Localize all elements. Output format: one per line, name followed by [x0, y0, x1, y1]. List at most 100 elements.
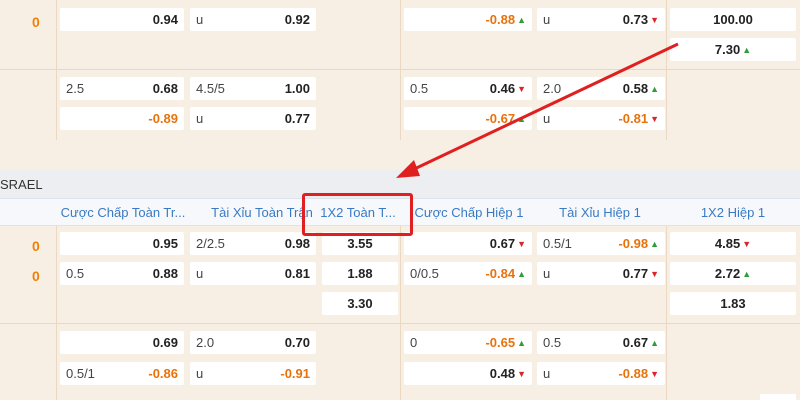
- line-label: 4.5/5: [196, 81, 225, 96]
- odds-value: 0.69: [152, 335, 178, 350]
- header-handicap-full[interactable]: Cược Chấp Toàn Tr...: [58, 198, 188, 226]
- odds-value: -0.88: [485, 12, 516, 27]
- odds-cell[interactable]: -0.67 ▲: [404, 107, 532, 130]
- header-1x2-half[interactable]: 1X2 Hiệp 1: [668, 198, 798, 226]
- line-label: u: [196, 366, 204, 381]
- odds-value: 0.48: [489, 366, 516, 381]
- odds-cell[interactable]: -0.88 ▲: [404, 8, 532, 31]
- line-label: u: [196, 111, 204, 126]
- odds-cell[interactable]: 0.5 0.46 ▼: [404, 77, 532, 100]
- arrow-up-icon: ▲: [650, 238, 659, 249]
- arrow-down-icon: ▼: [517, 238, 526, 249]
- match2-away-score: 0: [32, 268, 40, 284]
- column-divider: [666, 0, 667, 140]
- arrow-up-icon: ▲: [517, 14, 526, 25]
- odds-value: -0.84: [485, 266, 516, 281]
- odds-cell[interactable]: 0.95: [60, 232, 184, 255]
- odds-cell[interactable]: -0.89: [60, 107, 184, 130]
- line-label: 0.5: [543, 335, 562, 350]
- line-label: u: [196, 12, 204, 27]
- odds-cell[interactable]: u 0.77: [190, 107, 316, 130]
- header-handicap-half[interactable]: Cược Chấp Hiệp 1: [406, 198, 532, 226]
- odds-cell[interactable]: 0/0.5 -0.84 ▲: [404, 262, 532, 285]
- odds-cell[interactable]: 0.5/1 -0.86: [60, 362, 184, 385]
- odds-cell[interactable]: 2.0 0.58 ▲: [537, 77, 665, 100]
- odds-cell[interactable]: 2.0 0.70: [190, 331, 316, 354]
- odds-cell[interactable]: 0.67 ▼: [404, 232, 532, 255]
- odds-cell[interactable]: 1.88: [322, 262, 398, 285]
- odds-cell[interactable]: 4.5/5 1.00: [190, 77, 316, 100]
- arrow-down-icon: ▼: [650, 368, 659, 379]
- odds-value: 0.77: [622, 266, 649, 281]
- odds-cell[interactable]: 3.30: [322, 292, 398, 315]
- odds-cell[interactable]: 2.5 0.68: [60, 77, 184, 100]
- arrow-up-icon: ▲: [742, 44, 752, 55]
- column-divider: [56, 0, 57, 140]
- odds-cell[interactable]: u -0.88 ▼: [537, 362, 665, 385]
- odds-value: 4.85: [714, 236, 741, 251]
- odds-value: 1.88: [347, 266, 373, 281]
- odds-cell[interactable]: u -0.91: [190, 362, 316, 385]
- odds-cell[interactable]: u -0.81 ▼: [537, 107, 665, 130]
- odds-value: -0.67: [485, 111, 516, 126]
- odds-cell[interactable]: u 0.92: [190, 8, 316, 31]
- arrow-up-icon: ▲: [742, 268, 752, 279]
- odds-value: -0.65: [485, 335, 516, 350]
- odds-cell[interactable]: 4.85 ▼: [670, 232, 796, 255]
- column-divider: [400, 226, 401, 400]
- odds-value: 1.83: [720, 296, 746, 311]
- line-label: u: [543, 266, 551, 281]
- column-divider: [400, 0, 401, 140]
- odds-cell[interactable]: 2/2.5 0.98: [190, 232, 316, 255]
- empty-cell: [760, 394, 796, 400]
- odds-value: -0.98: [618, 236, 649, 251]
- arrow-down-icon: ▼: [517, 368, 526, 379]
- odds-cell[interactable]: 0 -0.65 ▲: [404, 331, 532, 354]
- odds-value: 2.72: [714, 266, 741, 281]
- arrow-down-icon: ▼: [742, 238, 752, 249]
- odds-value: 1.00: [284, 81, 310, 96]
- odds-cell[interactable]: 0.69: [60, 331, 184, 354]
- odds-cell[interactable]: 0.5 0.88: [60, 262, 184, 285]
- odds-cell[interactable]: 2.72 ▲: [670, 262, 796, 285]
- odds-value: 0.92: [284, 12, 310, 27]
- arrow-down-icon: ▼: [650, 14, 659, 25]
- odds-value: -0.91: [280, 366, 310, 381]
- odds-value: 0.58: [622, 81, 649, 96]
- line-label: 0.5: [66, 266, 85, 281]
- arrow-up-icon: ▲: [650, 83, 659, 94]
- row-divider: [0, 323, 800, 324]
- odds-cell[interactable]: 100.00: [670, 8, 796, 31]
- line-label: u: [196, 266, 204, 281]
- arrow-down-icon: ▼: [650, 113, 659, 124]
- odds-cell[interactable]: 0.94: [60, 8, 184, 31]
- odds-cell[interactable]: 0.5 0.67 ▲: [537, 331, 665, 354]
- arrow-up-icon: ▲: [650, 337, 659, 348]
- odds-value: -0.88: [618, 366, 649, 381]
- line-label: u: [543, 366, 551, 381]
- league-name: SRAEL: [0, 177, 43, 192]
- odds-value: 0.77: [284, 111, 310, 126]
- odds-value: 0.73: [622, 12, 649, 27]
- line-label: 2.0: [196, 335, 215, 350]
- odds-cell[interactable]: 7.30 ▲: [670, 38, 796, 61]
- odds-value: -0.89: [148, 111, 178, 126]
- odds-cell[interactable]: u 0.77 ▼: [537, 262, 665, 285]
- odds-cell[interactable]: u 0.73 ▼: [537, 8, 665, 31]
- odds-cell[interactable]: 1.83: [670, 292, 796, 315]
- odds-cell[interactable]: u 0.81: [190, 262, 316, 285]
- odds-value: 0.88: [152, 266, 178, 281]
- odds-value: 3.30: [347, 296, 373, 311]
- odds-cell[interactable]: 0.48 ▼: [404, 362, 532, 385]
- odds-value: 0.46: [489, 81, 516, 96]
- column-divider: [666, 226, 667, 400]
- arrow-down-icon: ▼: [650, 268, 659, 279]
- line-label: 0: [410, 335, 418, 350]
- highlight-box: [302, 193, 413, 236]
- odds-value: 7.30: [714, 42, 741, 57]
- line-label: 2.5: [66, 81, 85, 96]
- line-label: 2.0: [543, 81, 562, 96]
- odds-value: 0.67: [489, 236, 516, 251]
- odds-cell[interactable]: 0.5/1 -0.98 ▲: [537, 232, 665, 255]
- header-over-under-half[interactable]: Tài Xỉu Hiệp 1: [540, 198, 660, 226]
